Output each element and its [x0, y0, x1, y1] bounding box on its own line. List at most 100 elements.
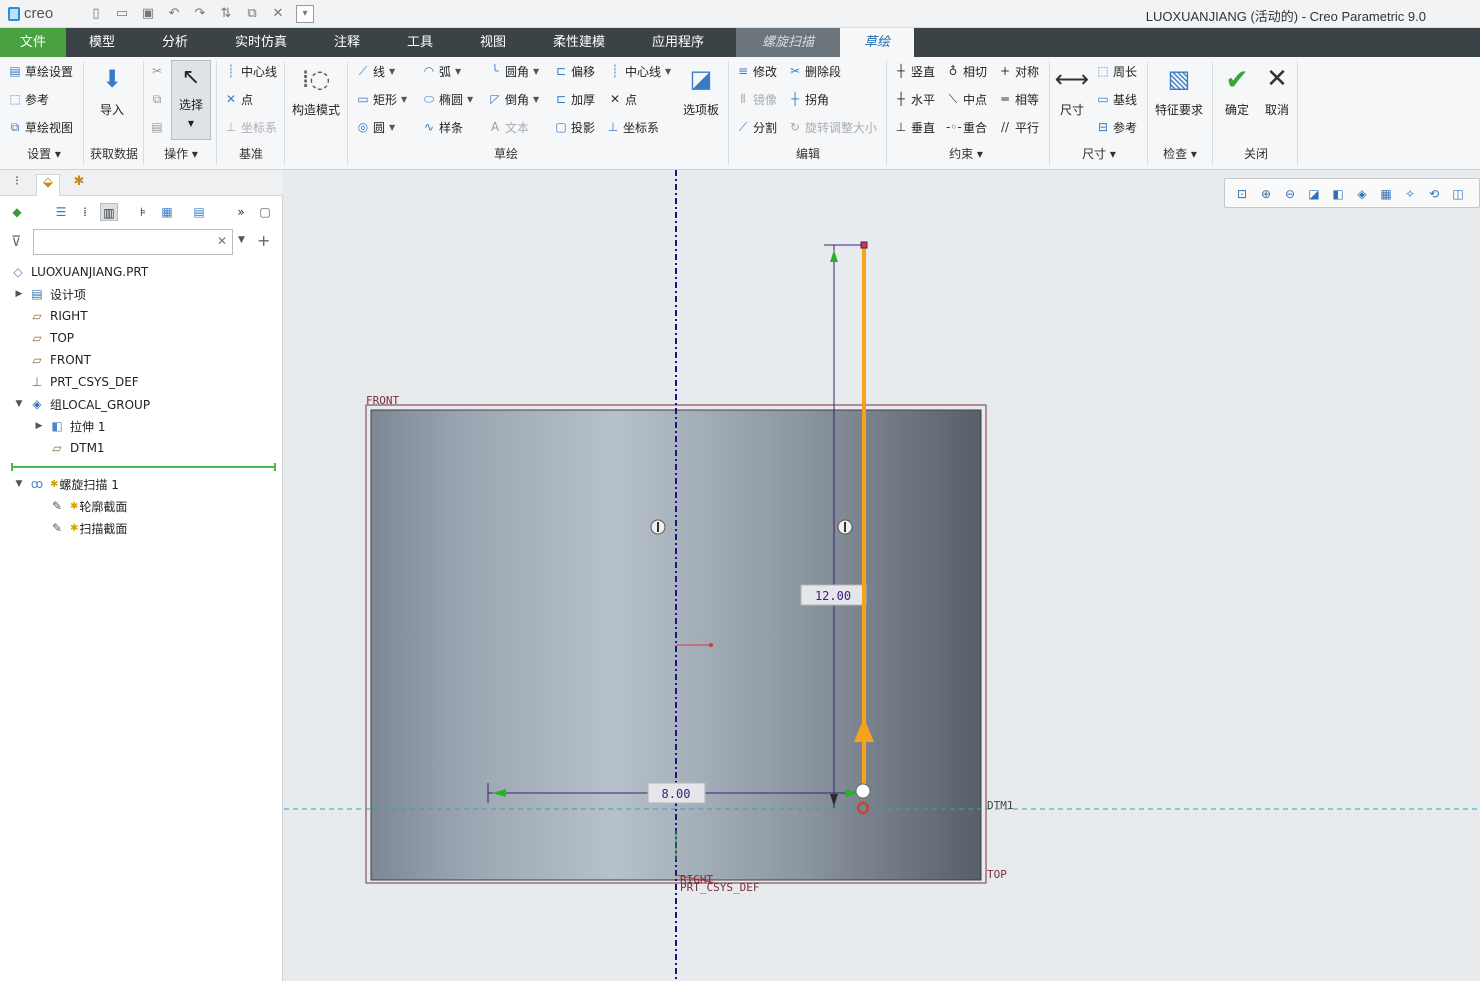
horizontal-constraint-button[interactable]: ┼ 水平	[894, 88, 935, 110]
save-icon[interactable]: ▣	[140, 5, 156, 21]
tree-list-icon[interactable]: ☰	[52, 203, 70, 221]
filter-icon[interactable]: ⊽	[11, 234, 21, 250]
group-label-operations[interactable]: 操作 ▾	[150, 145, 212, 162]
tab-sketch[interactable]: 草绘	[840, 28, 914, 57]
new-file-icon[interactable]: ▯	[88, 5, 104, 21]
modify-button[interactable]: ≡ 修改	[736, 60, 777, 82]
customize-dropdown-icon[interactable]: ▾	[296, 5, 314, 23]
tree-item-right[interactable]: ▱ RIGHT	[14, 306, 87, 326]
tree-notes-icon[interactable]: ▢	[256, 203, 274, 221]
tab-applications[interactable]: 应用程序	[628, 28, 728, 57]
tab-flexible-modeling[interactable]: 柔性建模	[530, 28, 628, 57]
show-icon[interactable]: ◆	[8, 203, 26, 221]
delete-segment-button[interactable]: ✂ 删除段	[788, 60, 841, 82]
open-icon[interactable]: ▭	[114, 5, 130, 21]
ok-button[interactable]: ✔ 确定	[1221, 63, 1253, 118]
sketch-setup-button[interactable]: ▤ 草绘设置	[8, 60, 73, 82]
tree-settings-icon[interactable]: ▦	[158, 203, 176, 221]
sketch-view-button[interactable]: ⧉ 草绘视图	[8, 116, 73, 138]
model-tree-tab-icon[interactable]: ⁝	[8, 174, 26, 192]
corner-button[interactable]: ┼ 拐角	[788, 88, 829, 110]
spline-button[interactable]: ∿ 样条	[422, 116, 463, 138]
tab-annotate[interactable]: 注释	[310, 28, 384, 57]
tab-live-simulation[interactable]: 实时仿真	[212, 28, 310, 57]
window-icon[interactable]: ⧉	[244, 5, 260, 21]
tree-columns-icon[interactable]: ⁞	[76, 203, 94, 221]
line-button[interactable]: ⟋ 线 ▼	[356, 60, 395, 82]
sketch-csys-button[interactable]: ⊥ 坐标系	[606, 116, 659, 138]
rectangle-button[interactable]: ▭ 矩形 ▼	[356, 88, 407, 110]
sketch-point-button[interactable]: ✕ 点	[608, 88, 637, 110]
tree-item-csys[interactable]: ⊥ PRT_CSYS_DEF	[14, 372, 139, 392]
width-dimension-value[interactable]: 8.00	[662, 787, 691, 801]
collapse-icon[interactable]: ▼	[14, 479, 24, 489]
insert-here-indicator[interactable]	[11, 463, 276, 471]
tab-helical-sweep[interactable]: 螺旋扫描	[736, 28, 840, 57]
midpoint-constraint-button[interactable]: ⟍ 中点	[946, 88, 987, 110]
tree-filters-icon[interactable]: ⊧	[134, 203, 152, 221]
tab-analysis[interactable]: 分析	[138, 28, 212, 57]
dimension-button[interactable]: ⟷ 尺寸	[1055, 63, 1089, 118]
perimeter-button[interactable]: ⬚ 周长	[1096, 60, 1137, 82]
palette-button[interactable]: ◪ 选项板	[683, 63, 719, 118]
arc-button[interactable]: ◠ 弧 ▼	[422, 60, 461, 82]
layer-tree-icon[interactable]: ▥	[100, 203, 118, 221]
mirror-button[interactable]: ⫴ 镜像	[736, 88, 777, 110]
fillet-button[interactable]: ╰ 圆角 ▼	[488, 60, 539, 82]
undo-icon[interactable]: ↶	[166, 5, 182, 21]
coincident-constraint-button[interactable]: -◦- 重合	[946, 116, 987, 138]
cancel-button[interactable]: ✕ 取消	[1261, 63, 1293, 118]
tree-root[interactable]: ◇ LUOXUANJIANG.PRT	[10, 262, 148, 282]
folder-browser-tab-icon[interactable]: ⬙	[36, 174, 60, 196]
datum-point-button[interactable]: ✕ 点	[224, 88, 253, 110]
ellipse-button[interactable]: ⬭ 椭圆 ▼	[422, 88, 473, 110]
tree-item-extrude[interactable]: ▶ ◧ 拉伸 1	[34, 416, 106, 436]
sketch-centerline-button[interactable]: ┊ 中心线 ▼	[608, 60, 671, 82]
datum-centerline-button[interactable]: ┊ 中心线	[224, 60, 277, 82]
offset-button[interactable]: ⊏ 偏移	[554, 60, 595, 82]
graphics-viewport[interactable]: ⊡ ⊕ ⊖ ◪ ◧ ◈ ▦ ✧ ⟲ ◫ FRONT TOP DTM1 RIGHT…	[284, 170, 1480, 981]
vertical-constraint-button[interactable]: ┼ 竖直	[894, 60, 935, 82]
equal-constraint-button[interactable]: ═ 相等	[998, 88, 1039, 110]
chevron-down-icon[interactable]: ▼	[238, 235, 245, 245]
redo-icon[interactable]: ↷	[192, 5, 208, 21]
divide-button[interactable]: ⟋ 分割	[736, 116, 777, 138]
group-label-constrain[interactable]: 约束 ▾	[938, 145, 994, 162]
thicken-button[interactable]: ⊏ 加厚	[554, 88, 595, 110]
tree-item-design-items[interactable]: ▶ ▤ 设计项	[14, 284, 86, 304]
parallel-constraint-button[interactable]: //平行	[998, 116, 1039, 138]
profile-end-point[interactable]	[860, 241, 868, 249]
tree-item-front[interactable]: ▱ FRONT	[14, 350, 91, 370]
favorites-tab-icon[interactable]: ✱	[70, 174, 88, 192]
feature-requirements-button[interactable]: ▧ 特征要求	[1155, 63, 1203, 118]
tree-item-local-group[interactable]: ▼ ◈ 组LOCAL_GROUP	[14, 394, 151, 414]
tree-item-top[interactable]: ▱ TOP	[14, 328, 74, 348]
tree-item-profile-section[interactable]: ✎ ✱ 轮廓截面	[34, 496, 127, 516]
chamfer-button[interactable]: ◸ 倒角 ▼	[488, 88, 539, 110]
symmetric-constraint-button[interactable]: + 对称	[998, 60, 1039, 82]
baseline-button[interactable]: ▭ 基线	[1096, 88, 1137, 110]
tree-search-input[interactable]	[33, 229, 233, 255]
text-button[interactable]: A 文本	[488, 116, 529, 138]
reference-dimension-button[interactable]: ⊟ 参考	[1096, 116, 1137, 138]
tab-tools[interactable]: 工具	[384, 28, 456, 57]
construction-mode-button[interactable]: ⁞◌ 构造模式	[292, 63, 340, 118]
group-label-dimension[interactable]: 尺寸 ▾	[1072, 145, 1126, 162]
paste-button[interactable]: ▤	[150, 116, 164, 138]
tab-view[interactable]: 视图	[456, 28, 530, 57]
tab-model[interactable]: 模型	[66, 28, 138, 57]
references-button[interactable]: ⬚ 参考	[8, 88, 49, 110]
cut-button[interactable]: ✂	[150, 60, 164, 82]
rotate-resize-button[interactable]: ↻ 旋转调整大小	[788, 116, 877, 138]
tab-file[interactable]: 文件	[0, 28, 66, 57]
tree-columns-setup-icon[interactable]: ▤	[190, 203, 208, 221]
tree-item-dtm1[interactable]: ▱ DTM1	[34, 438, 104, 458]
tangent-constraint-button[interactable]: ♁ 相切	[946, 60, 987, 82]
tree-item-sweep-section[interactable]: ✎ ✱ 扫描截面	[34, 518, 127, 538]
circle-button[interactable]: ◎ 圆 ▼	[356, 116, 395, 138]
close-window-icon[interactable]: ✕	[270, 5, 286, 21]
height-dimension-value[interactable]: 12.00	[815, 589, 851, 603]
group-label-setup[interactable]: 设置 ▾	[14, 145, 74, 162]
expand-icon[interactable]: ▶	[14, 289, 24, 299]
profile-start-point[interactable]	[855, 783, 871, 799]
